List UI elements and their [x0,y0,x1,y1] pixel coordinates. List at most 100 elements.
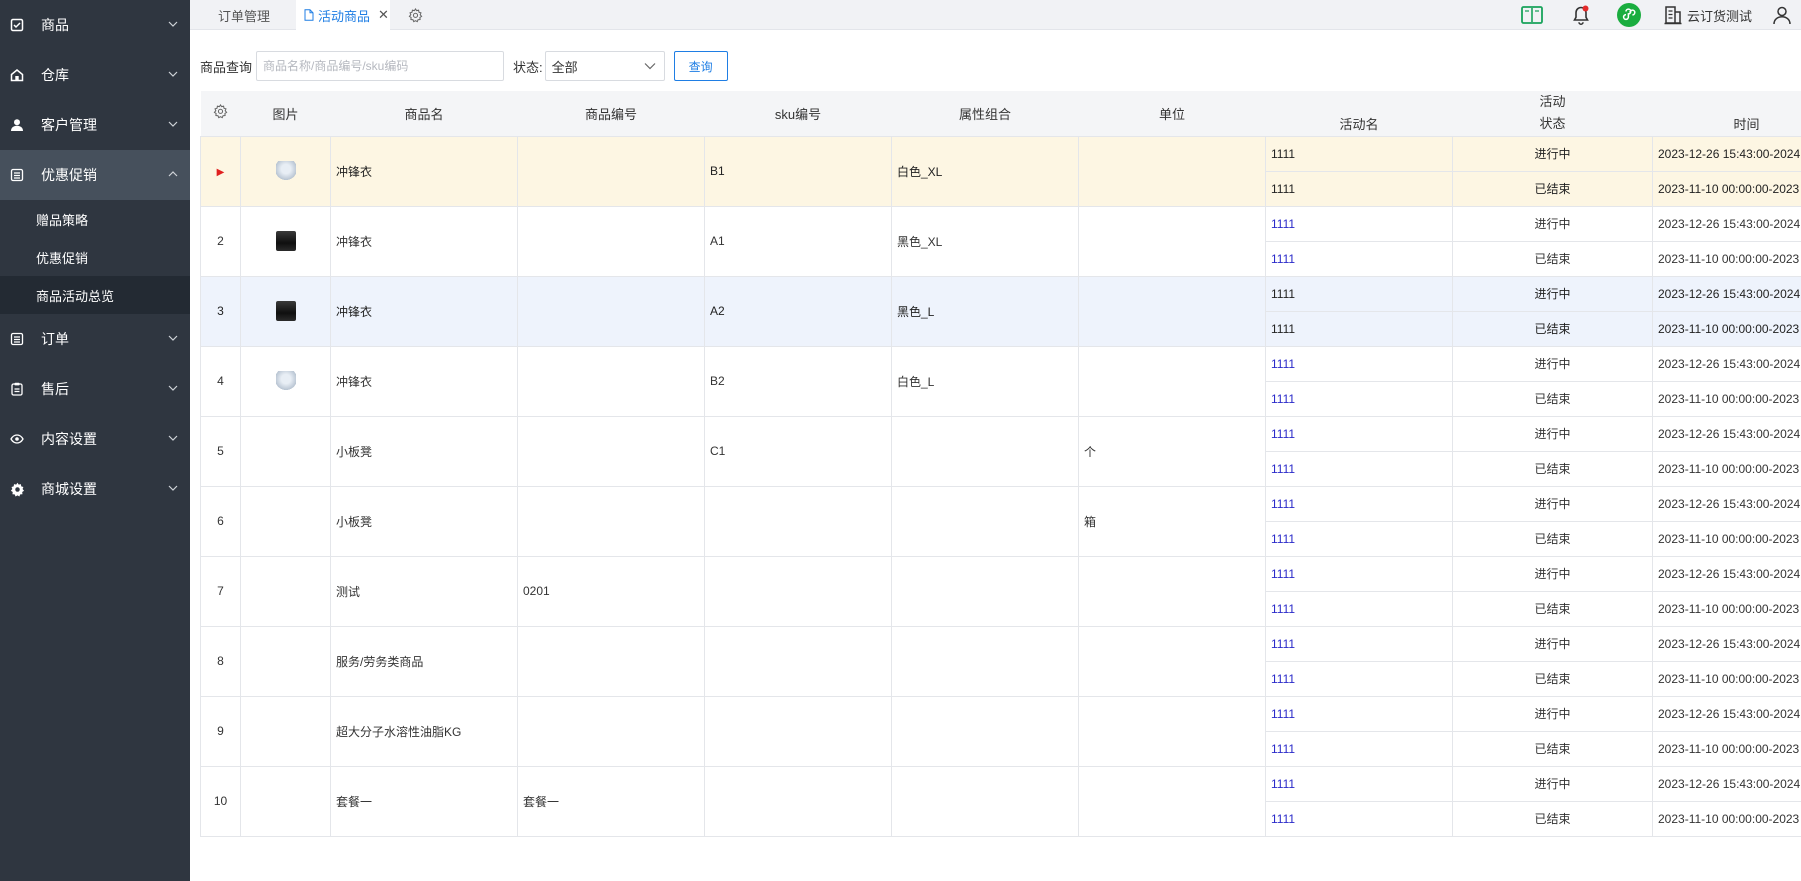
activity-name[interactable]: 1111 [1265,345,1453,382]
activity-name[interactable]: 1111 [1265,800,1453,837]
sidebar-item-promotions[interactable]: 优惠促销 [0,150,190,200]
product-unit [1078,135,1266,207]
activity-name[interactable]: 1111 [1265,555,1453,592]
product-code [517,625,705,697]
sidebar-item-goods[interactable]: 商品 [0,0,190,50]
product-sku: C1 [704,415,892,487]
tab-activity-goods[interactable]: 活动商品 ✕ [296,0,390,30]
sidebar-item-mall-settings[interactable]: 商城设置 [0,464,190,514]
chevron-down-icon [168,435,178,441]
table-row[interactable]: 3 冲锋衣 A2 黑色_L 1111 进行中 2023-12-26 15:43:00-202… [200,275,1801,347]
activity-name[interactable]: 1111 [1265,590,1453,627]
activity-name[interactable]: 1111 [1265,485,1453,522]
product-thumbnail[interactable] [275,161,296,181]
activity-name[interactable]: 1111 [1265,765,1453,802]
product-unit: 箱 [1078,485,1266,557]
activity-status: 已结束 [1452,170,1653,207]
activity-time: 2023-11-10 00:00:00-2023 [1652,240,1801,277]
row-index: ▶ [200,135,241,207]
activity-status: 已结束 [1452,520,1653,557]
table-row[interactable]: 7 测试 0201 1111 进行中 2023-12-26 15:43:00-2024 [200,555,1801,627]
row-index-label: 6 [217,514,224,528]
chevron-down-icon [168,485,178,491]
header-unit: 单位 [1078,91,1266,137]
mini-program-icon[interactable] [1616,2,1642,28]
activity-name[interactable]: 1111 [1265,695,1453,732]
chevron-down-icon [168,335,178,341]
sidebar-subitem-discount[interactable]: 优惠促销 [0,238,190,276]
header-status-label: 状态 [1539,116,1566,131]
gear-icon[interactable] [213,104,228,119]
header-name: 商品名 [330,91,518,137]
activity-name[interactable]: 1111 [1265,660,1453,697]
column-settings[interactable] [200,91,241,137]
activity-status: 已结束 [1452,240,1653,277]
sidebar-item-content-settings[interactable]: 内容设置 [0,414,190,464]
table-row[interactable]: 2 冲锋衣 A1 黑色_XL 1111 进行中 2023-12-26 15:43:00-20… [200,205,1801,277]
product-thumbnail[interactable] [275,371,296,391]
product-code [517,415,705,487]
activity-name[interactable]: 1111 [1265,240,1453,277]
activity-name[interactable]: 1111 [1265,170,1453,207]
table-row[interactable]: 4 冲锋衣 B2 白色_L 1111 进行中 2023-12-26 15:43:00-202… [200,345,1801,417]
product-attr: 白色_XL [891,135,1079,207]
header-activity-time: 时间 [1652,91,1801,137]
table-row[interactable]: 8 服务/劳务类商品 1111 进行中 2023-12-26 15:43:00-2024 [200,625,1801,697]
clipboard-icon [9,381,25,397]
close-icon[interactable]: ✕ [378,7,389,23]
user-avatar-icon[interactable] [1769,2,1795,28]
query-button[interactable]: 查询 [673,51,728,81]
activity-name[interactable]: 1111 [1265,275,1453,312]
product-name: 冲锋衣 [330,275,518,347]
status-label: 状态: [513,59,543,75]
product-attr [891,695,1079,767]
search-input[interactable] [256,51,505,81]
table-row[interactable]: 9 超大分子水溶性油脂KG 1111 进行中 2023-12-26 15:43:00-2… [200,695,1801,767]
row-index-label: 2 [217,234,224,248]
table-row[interactable]: 6 小板凳 箱 1111 进行中 2023-12-26 15:43:00-2024 [200,485,1801,557]
sidebar-item-label: 内容设置 [41,431,97,447]
sidebar-subitem-gift-strategy[interactable]: 赠品策略 [0,200,190,238]
activity-time: 2023-11-10 00:00:00-2023 [1652,170,1801,207]
sidebar-item-orders[interactable]: 订单 [0,314,190,364]
product-unit [1078,205,1266,277]
sidebar-item-label: 优惠促销 [41,167,97,183]
product-thumbnail[interactable] [275,231,296,251]
activity-name[interactable]: 1111 [1265,310,1453,347]
product-attr: 黑色_L [891,275,1079,347]
product-image-cell [240,345,331,417]
sidebar-item-after-sales[interactable]: 售后 [0,364,190,414]
product-name: 冲锋衣 [330,205,518,277]
activity-name[interactable]: 1111 [1265,730,1453,767]
table-row[interactable]: 5 小板凳 C1 个 1111 进行中 2023-12-26 15:43:00-2024 [200,415,1801,487]
product-name: 冲锋衣 [330,135,518,207]
bell-icon[interactable] [1568,2,1594,28]
sidebar-item-warehouse[interactable]: 仓库 [0,50,190,100]
table-row[interactable]: 10 套餐一 套餐一 1111 进行中 2023-12-26 15:43:00-2024 [200,765,1801,837]
activity-name[interactable]: 1111 [1265,205,1453,242]
product-sku [704,555,892,627]
tab-settings-icon[interactable] [402,2,428,28]
sidebar-item-customers[interactable]: 客户管理 [0,100,190,150]
tab-order-management[interactable]: 订单管理 [218,0,288,30]
activity-name[interactable]: 1111 [1265,520,1453,557]
product-thumbnail[interactable] [275,301,296,321]
activity-name[interactable]: 1111 [1265,135,1453,172]
activity-time: 2023-12-26 15:43:00-2024 [1652,695,1801,732]
row-index-label: 3 [217,304,224,318]
row-index: 4 [200,345,241,417]
activity-name[interactable]: 1111 [1265,450,1453,487]
product-unit [1078,625,1266,697]
activity-name[interactable]: 1111 [1265,625,1453,662]
header-image: 图片 [240,91,331,137]
activity-name[interactable]: 1111 [1265,380,1453,417]
status-select[interactable]: 全部 [544,51,665,81]
sidebar-subitem-activity-overview[interactable]: 商品活动总览 [0,276,190,314]
row-index-label: 5 [217,444,224,458]
chevron-down-icon [168,385,178,391]
activity-name[interactable]: 1111 [1265,415,1453,452]
sidebar-item-label: 订单 [41,331,69,347]
book-icon[interactable] [1519,2,1545,28]
row-index: 2 [200,205,241,277]
table-row[interactable]: ▶ 冲锋衣 B1 白色_XL 1111 进行中 2023-12-26 15:43:00-20… [200,135,1801,207]
